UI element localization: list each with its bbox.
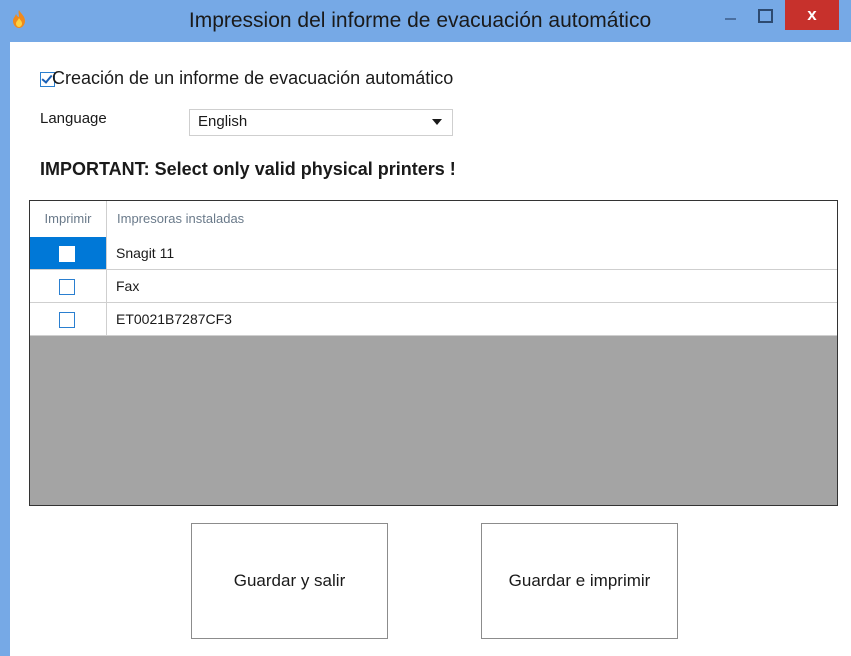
maximize-icon: [758, 9, 773, 23]
language-label: Language: [40, 110, 107, 127]
print-cell[interactable]: [30, 303, 107, 335]
table-row[interactable]: Snagit 11: [30, 237, 837, 270]
print-cell[interactable]: [30, 270, 107, 302]
maximize-button[interactable]: [751, 0, 779, 32]
printer-name[interactable]: ET0021B7287CF3: [116, 303, 232, 335]
print-checkbox[interactable]: [59, 246, 75, 262]
printer-name[interactable]: Fax: [116, 270, 139, 302]
close-icon: x: [807, 5, 817, 24]
auto-report-label[interactable]: Creación de un informe de evacuación aut…: [52, 66, 453, 90]
title-bar[interactable]: Impression del informe de evacuación aut…: [0, 0, 851, 42]
column-header-printers[interactable]: Impresoras instaladas: [107, 201, 244, 237]
print-checkbox[interactable]: [59, 279, 75, 295]
grid-header: Imprimir Impresoras instaladas: [30, 201, 837, 238]
dialog-window: Impression del informe de evacuación aut…: [0, 0, 851, 656]
printer-name[interactable]: Snagit 11: [116, 237, 174, 269]
print-cell[interactable]: [30, 237, 107, 269]
print-checkbox[interactable]: [59, 312, 75, 328]
language-selected-value: English: [198, 113, 248, 130]
table-row[interactable]: ET0021B7287CF3: [30, 303, 837, 336]
language-select[interactable]: English: [189, 109, 453, 136]
printers-grid[interactable]: Imprimir Impresoras instaladas Snagit 11…: [29, 200, 838, 506]
minimize-icon: [725, 18, 736, 20]
warning-text: IMPORTANT: Select only valid physical pr…: [40, 159, 456, 179]
table-row[interactable]: Fax: [30, 270, 837, 303]
minimize-button[interactable]: [717, 0, 745, 32]
close-button[interactable]: x: [785, 0, 839, 30]
save-and-exit-button[interactable]: Guardar y salir: [191, 523, 388, 639]
column-header-print[interactable]: Imprimir: [30, 201, 107, 237]
window-title: Impression del informe de evacuación aut…: [188, 9, 652, 32]
dropdown-arrow-icon[interactable]: [432, 119, 442, 125]
save-and-print-button[interactable]: Guardar e imprimir: [481, 523, 678, 639]
